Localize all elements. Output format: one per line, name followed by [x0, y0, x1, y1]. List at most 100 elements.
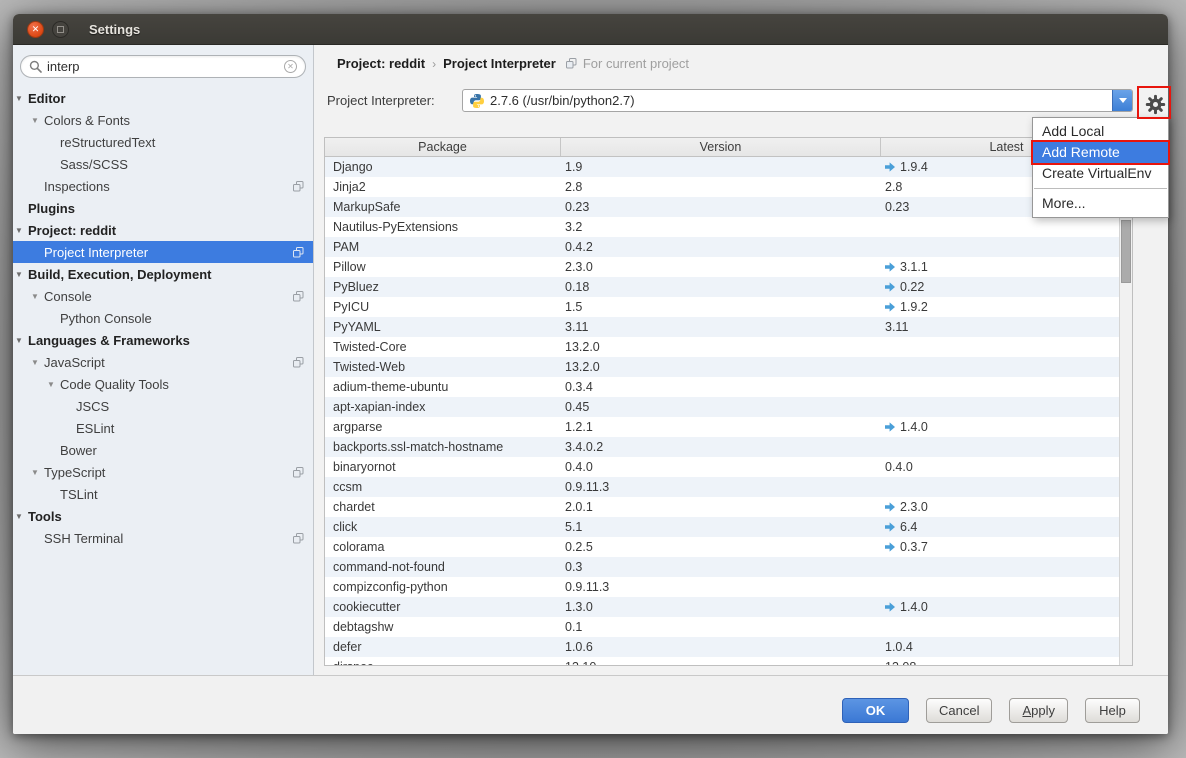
tree-item-bower[interactable]: Bower: [13, 439, 313, 461]
upgrade-arrow-icon: [885, 602, 895, 612]
collapse-arrow-icon[interactable]: ▼: [31, 292, 44, 301]
chevron-down-icon: [1119, 98, 1127, 103]
maximize-button[interactable]: [52, 21, 69, 38]
cell-version: 0.18: [561, 280, 881, 294]
table-row-ccsm[interactable]: ccsm0.9.11.3: [325, 477, 1132, 497]
collapse-arrow-icon[interactable]: ▼: [15, 270, 28, 279]
table-row-pyyaml[interactable]: PyYAML3.113.11: [325, 317, 1132, 337]
tree-item-console[interactable]: ▼Console: [13, 285, 313, 307]
tree-item-label: Console: [44, 289, 92, 304]
close-button[interactable]: ✕: [27, 21, 44, 38]
column-header-version[interactable]: Version: [561, 138, 881, 156]
tree-item-typescript[interactable]: ▼TypeScript: [13, 461, 313, 483]
tree-item-label: Editor: [28, 91, 66, 106]
clear-search-icon[interactable]: ✕: [284, 60, 297, 73]
table-row-twisted-web[interactable]: Twisted-Web13.2.0: [325, 357, 1132, 377]
tree-item-jscs[interactable]: JSCS: [13, 395, 313, 417]
table-row-command-not-found[interactable]: command-not-found0.3: [325, 557, 1132, 577]
table-row-dirspec[interactable]: dirspec13.1013.08: [325, 657, 1132, 665]
interpreter-label: Project Interpreter:: [327, 93, 435, 108]
for-current-project-label: For current project: [583, 56, 689, 71]
collapse-arrow-icon[interactable]: ▼: [15, 226, 28, 235]
cell-latest: 0.22: [881, 280, 1121, 294]
collapse-arrow-icon[interactable]: ▼: [15, 94, 28, 103]
tree-item-code-quality-tools[interactable]: ▼Code Quality Tools: [13, 373, 313, 395]
table-row-django[interactable]: Django1.91.9.4: [325, 157, 1132, 177]
table-row-debtagshw[interactable]: debtagshw0.1: [325, 617, 1132, 637]
cell-package: MarkupSafe: [325, 200, 561, 214]
collapse-arrow-icon[interactable]: ▼: [31, 116, 44, 125]
column-header-package[interactable]: Package: [325, 138, 561, 156]
table-row-pam[interactable]: PAM0.4.2: [325, 237, 1132, 257]
combobox-dropdown-button[interactable]: [1112, 90, 1132, 111]
tree-item-tools[interactable]: ▼Tools: [13, 505, 313, 527]
table-row-adium-theme-ubuntu[interactable]: adium-theme-ubuntu0.3.4: [325, 377, 1132, 397]
tree-item-inspections[interactable]: Inspections: [13, 175, 313, 197]
tree-item-eslint[interactable]: ESLint: [13, 417, 313, 439]
upgrade-arrow-icon: [885, 302, 895, 312]
table-row-compizconfig-python[interactable]: compizconfig-python0.9.11.3: [325, 577, 1132, 597]
tree-item-label: Tools: [28, 509, 62, 524]
tree-item-label: JavaScript: [44, 355, 105, 370]
help-button[interactable]: Help: [1085, 698, 1140, 723]
cell-package: Nautilus-PyExtensions: [325, 220, 561, 234]
table-header: Package Version Latest: [325, 138, 1132, 157]
table-row-colorama[interactable]: colorama0.2.50.3.7: [325, 537, 1132, 557]
tree-item-sass-scss[interactable]: Sass/SCSS: [13, 153, 313, 175]
upgrade-arrow-icon: [885, 262, 895, 272]
tree-item-tslint[interactable]: TSLint: [13, 483, 313, 505]
table-row-twisted-core[interactable]: Twisted-Core13.2.0: [325, 337, 1132, 357]
cell-package: click: [325, 520, 561, 534]
search-input[interactable]: [47, 59, 284, 74]
collapse-arrow-icon[interactable]: ▼: [15, 512, 28, 521]
table-row-nautilus-pyextensions[interactable]: Nautilus-PyExtensions3.2: [325, 217, 1132, 237]
collapse-arrow-icon[interactable]: ▼: [15, 336, 28, 345]
cell-latest: 1.9.2: [881, 300, 1121, 314]
maximize-icon: [57, 26, 64, 33]
table-row-apt-xapian-index[interactable]: apt-xapian-index0.45: [325, 397, 1132, 417]
tree-item-restructuredtext[interactable]: reStructuredText: [13, 131, 313, 153]
tree-item-plugins[interactable]: Plugins: [13, 197, 313, 219]
collapse-arrow-icon[interactable]: ▼: [31, 468, 44, 477]
tree-item-ssh-terminal[interactable]: SSH Terminal: [13, 527, 313, 549]
cell-package: colorama: [325, 540, 561, 554]
menu-item-create-virtualenv[interactable]: Create VirtualEnv: [1033, 163, 1168, 184]
table-row-pyicu[interactable]: PyICU1.51.9.2: [325, 297, 1132, 317]
settings-sidebar: ✕ ▼Editor▼Colors & FontsreStructuredText…: [13, 45, 314, 675]
tree-item-editor[interactable]: ▼Editor: [13, 87, 313, 109]
tree-item-colors-fonts[interactable]: ▼Colors & Fonts: [13, 109, 313, 131]
interpreter-gear-button[interactable]: [1142, 91, 1168, 117]
tree-item-label: Languages & Frameworks: [28, 333, 190, 348]
table-scrollbar[interactable]: [1119, 157, 1132, 665]
table-row-pybluez[interactable]: PyBluez0.180.22: [325, 277, 1132, 297]
table-row-markupsafe[interactable]: MarkupSafe0.230.23: [325, 197, 1132, 217]
table-row-click[interactable]: click5.16.4: [325, 517, 1132, 537]
tree-item-javascript[interactable]: ▼JavaScript: [13, 351, 313, 373]
menu-item-more[interactable]: More...: [1033, 193, 1168, 214]
table-row-defer[interactable]: defer1.0.61.0.4: [325, 637, 1132, 657]
collapse-arrow-icon[interactable]: ▼: [47, 380, 60, 389]
table-row-pillow[interactable]: Pillow2.3.03.1.1: [325, 257, 1132, 277]
scrollbar-thumb[interactable]: [1121, 220, 1131, 283]
apply-button[interactable]: Apply: [1009, 698, 1068, 723]
tree-item-languages-frameworks[interactable]: ▼Languages & Frameworks: [13, 329, 313, 351]
tree-item-build-execution-deployment[interactable]: ▼Build, Execution, Deployment: [13, 263, 313, 285]
tree-item-project-reddit[interactable]: ▼Project: reddit: [13, 219, 313, 241]
tree-item-project-interpreter[interactable]: Project Interpreter: [13, 241, 313, 263]
table-row-chardet[interactable]: chardet2.0.12.3.0: [325, 497, 1132, 517]
interpreter-combobox[interactable]: 2.7.6 (/usr/bin/python2.7): [462, 89, 1133, 112]
cell-version: 2.0.1: [561, 500, 881, 514]
table-row-binaryornot[interactable]: binaryornot0.4.00.4.0: [325, 457, 1132, 477]
tree-item-python-console[interactable]: Python Console: [13, 307, 313, 329]
tree-item-label: Build, Execution, Deployment: [28, 267, 211, 282]
table-row-cookiecutter[interactable]: cookiecutter1.3.01.4.0: [325, 597, 1132, 617]
menu-item-add-remote[interactable]: Add Remote: [1033, 142, 1168, 163]
menu-item-add-local[interactable]: Add Local: [1033, 121, 1168, 142]
table-row-argparse[interactable]: argparse1.2.11.4.0: [325, 417, 1132, 437]
collapse-arrow-icon[interactable]: ▼: [31, 358, 44, 367]
table-row-jinja2[interactable]: Jinja22.82.8: [325, 177, 1132, 197]
ok-button[interactable]: OK: [842, 698, 909, 723]
cancel-button[interactable]: Cancel: [926, 698, 992, 723]
table-row-backports-ssl-match-hostname[interactable]: backports.ssl-match-hostname3.4.0.2: [325, 437, 1132, 457]
search-box[interactable]: ✕: [20, 55, 306, 78]
